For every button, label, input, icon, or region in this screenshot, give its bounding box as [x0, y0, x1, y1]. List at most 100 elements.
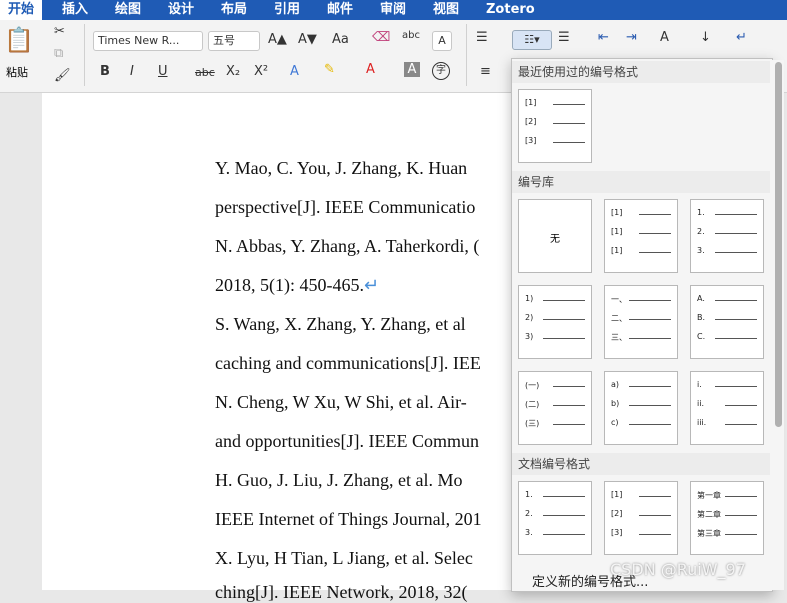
placeholder-line — [639, 496, 671, 497]
number-marker: 第一章 — [697, 491, 721, 500]
text-effects-icon[interactable]: A — [290, 64, 299, 79]
number-marker: [1] — [525, 98, 537, 107]
placeholder-line — [553, 386, 585, 387]
dropdown-scrollbar[interactable] — [772, 60, 784, 590]
char-border-icon[interactable]: A — [432, 31, 452, 51]
tab-insert[interactable]: 插入 — [62, 0, 88, 20]
font-name-box[interactable]: Times New R... — [93, 31, 203, 51]
placeholder-line — [715, 319, 757, 320]
numbering-format-tile[interactable]: A. B. C. — [690, 285, 764, 359]
number-marker: C. — [697, 332, 706, 341]
numbering-format-tile[interactable]: 1. 2. 3. — [690, 199, 764, 273]
placeholder-line — [639, 233, 671, 234]
numbering-format-tile[interactable]: 无 — [518, 199, 592, 273]
placeholder-line — [553, 123, 585, 124]
tab-zotero[interactable]: Zotero — [486, 0, 535, 20]
highlight-icon[interactable]: ✎ — [324, 62, 335, 77]
shrink-font-icon[interactable]: A▼ — [298, 32, 317, 47]
scroll-thumb[interactable] — [775, 62, 782, 427]
superscript-button[interactable]: X² — [254, 64, 268, 79]
number-marker: [1] — [611, 227, 623, 236]
tab-mailings[interactable]: 邮件 — [327, 0, 353, 20]
italic-button[interactable]: I — [130, 64, 134, 79]
placeholder-line — [715, 338, 757, 339]
number-marker: [3] — [525, 136, 537, 145]
numbering-format-tile[interactable]: (一) (二) (三) — [518, 371, 592, 445]
menu-bar: 开始 插入 绘图 设计 布局 引用 邮件 审阅 视图 Zotero — [0, 0, 787, 20]
number-marker: [1] — [611, 208, 623, 217]
placeholder-line — [725, 515, 757, 516]
tab-design[interactable]: 设计 — [168, 0, 194, 20]
sort-icon[interactable]: ↓ — [700, 30, 711, 45]
numbering-dropdown: 最近使用过的编号格式 编号库 文档编号格式 定义新的编号格式... [1] [2]… — [511, 58, 773, 592]
doc-line: N. Cheng, W Xu, W Shi, et al. Air- — [215, 392, 467, 412]
multilevel-list-icon[interactable]: ☰ — [558, 30, 570, 45]
tab-view[interactable]: 视图 — [433, 0, 459, 20]
doc-line: S. Wang, X. Zhang, Y. Zhang, et al — [215, 314, 466, 334]
font-size-box[interactable]: 五号 — [208, 31, 260, 51]
format-painter-icon[interactable]: 🖌 — [54, 68, 71, 83]
chinese-layout-icon[interactable]: A — [660, 30, 669, 45]
number-marker: B. — [697, 313, 706, 322]
number-marker: 1) — [525, 294, 534, 303]
change-case-icon[interactable]: Aa — [332, 32, 349, 47]
phonetic-guide-icon[interactable]: abc — [402, 30, 420, 41]
number-marker: 第三章 — [697, 529, 721, 538]
placeholder-line — [725, 534, 757, 535]
none-label: 无 — [550, 234, 560, 245]
recent-formats-title: 最近使用过的编号格式 — [512, 61, 770, 83]
paste-icon[interactable]: 📋 — [4, 26, 34, 54]
placeholder-line — [725, 496, 757, 497]
numbering-button[interactable]: ☷▾ — [512, 30, 552, 50]
bold-button[interactable]: B — [100, 64, 110, 79]
numbering-format-tile[interactable]: i. ii. iii. — [690, 371, 764, 445]
enclose-char-icon[interactable]: 字 — [432, 62, 450, 80]
paragraph-mark: ↵ — [363, 275, 380, 295]
number-marker: 1. — [525, 490, 533, 499]
number-marker: [2] — [525, 117, 537, 126]
tab-home[interactable]: 开始 — [0, 0, 43, 20]
numbering-format-tile[interactable]: [1] [2] [3] — [518, 89, 592, 163]
increase-indent-icon[interactable]: ⇥ — [626, 30, 637, 45]
doc-line: X. Lyu, H Tian, L Jiang, et al. Selec — [215, 548, 473, 568]
tab-layout[interactable]: 布局 — [221, 0, 247, 20]
subscript-button[interactable]: X₂ — [226, 64, 240, 79]
underline-button[interactable]: U — [158, 64, 168, 79]
number-marker: [3] — [611, 528, 623, 537]
cut-icon[interactable]: ✂ — [54, 24, 65, 39]
placeholder-line — [629, 338, 671, 339]
strikethrough-button[interactable]: abc — [195, 66, 215, 79]
divider — [466, 24, 467, 86]
tab-draw[interactable]: 绘图 — [115, 0, 141, 20]
numbering-format-tile[interactable]: [1] [2] [3] — [604, 481, 678, 555]
placeholder-line — [639, 534, 671, 535]
placeholder-line — [543, 300, 585, 301]
numbering-format-tile[interactable]: a) b) c) — [604, 371, 678, 445]
placeholder-line — [725, 424, 757, 425]
placeholder-line — [639, 515, 671, 516]
font-color-icon[interactable]: A — [366, 62, 375, 77]
grow-font-icon[interactable]: A▲ — [268, 32, 287, 47]
clear-format-icon[interactable]: ⌫ — [372, 30, 390, 45]
show-marks-icon[interactable]: ↵ — [736, 30, 747, 45]
tab-references[interactable]: 引用 — [274, 0, 300, 20]
align-left-icon[interactable]: ≡ — [480, 64, 491, 79]
placeholder-line — [715, 386, 757, 387]
doc-line: H. Guo, J. Liu, J. Zhang, et al. Mo — [215, 470, 463, 490]
number-marker: ii. — [697, 399, 704, 408]
tab-review[interactable]: 审阅 — [380, 0, 406, 20]
numbering-format-tile[interactable]: 1) 2) 3) — [518, 285, 592, 359]
number-marker: 一、 — [611, 295, 627, 304]
bullets-icon[interactable]: ☰ — [476, 30, 488, 45]
copy-icon[interactable]: ⧉ — [54, 46, 63, 61]
decrease-indent-icon[interactable]: ⇤ — [598, 30, 609, 45]
numbering-format-tile[interactable]: 1. 2. 3. — [518, 481, 592, 555]
numbering-format-tile[interactable]: 一、 二、 三、 — [604, 285, 678, 359]
paste-label[interactable]: 粘贴 — [6, 64, 28, 80]
placeholder-line — [543, 496, 585, 497]
char-shading-icon[interactable]: A — [404, 62, 420, 77]
numbering-format-tile[interactable]: 第一章 第二章 第三章 — [690, 481, 764, 555]
numbering-format-tile[interactable]: [1] [1] [1] — [604, 199, 678, 273]
number-marker: (二) — [525, 400, 540, 409]
number-marker: 3. — [525, 528, 533, 537]
